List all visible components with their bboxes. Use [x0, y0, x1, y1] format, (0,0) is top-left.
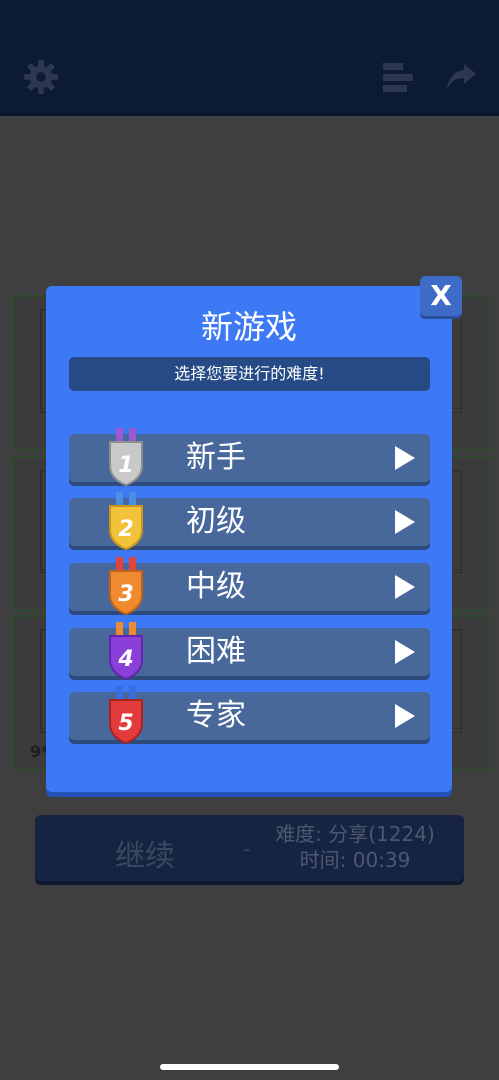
difficulty-option-expert[interactable]: 5 专家: [69, 686, 430, 744]
continue-time: 时间: 00:39: [299, 848, 411, 872]
home-indicator[interactable]: [160, 1064, 339, 1070]
svg-text:3: 3: [118, 582, 133, 607]
continue-separator: -: [243, 837, 251, 861]
play-icon: [395, 575, 415, 599]
play-icon: [395, 510, 415, 534]
svg-text:5: 5: [118, 711, 133, 736]
share-icon[interactable]: [444, 60, 478, 94]
option-label: 初级: [186, 504, 246, 539]
svg-text:2: 2: [118, 517, 133, 542]
option-label: 中级: [186, 569, 246, 604]
difficulty-option-beginner[interactable]: 1 新手: [69, 428, 430, 486]
medal-3-icon: 3: [109, 557, 143, 615]
dialog-title: 新游戏: [200, 308, 297, 346]
leaderboard-icon[interactable]: [381, 60, 417, 96]
medal-4-icon: 4: [109, 622, 143, 680]
option-label: 新手: [186, 440, 246, 475]
option-label: 专家: [186, 698, 246, 733]
close-button[interactable]: X: [420, 276, 462, 316]
continue-info: 难度: 分享(1224) 时间: 00:39: [265, 821, 445, 873]
continue-button[interactable]: 继续 - 难度: 分享(1224) 时间: 00:39: [35, 815, 464, 881]
medal-2-icon: 2: [109, 492, 143, 550]
option-label: 困难: [186, 634, 246, 669]
difficulty-option-easy[interactable]: 2 初级: [69, 492, 430, 550]
gear-icon[interactable]: [22, 58, 60, 96]
dialog-subtitle: 选择您要进行的难度!: [69, 357, 430, 391]
continue-label: 继续: [115, 839, 175, 874]
continue-difficulty: 难度: 分享(1224): [275, 822, 435, 846]
difficulty-option-medium[interactable]: 3 中级: [69, 557, 430, 615]
top-bar: [0, 0, 499, 116]
medal-5-icon: 5: [109, 686, 143, 744]
svg-text:4: 4: [117, 647, 133, 672]
play-icon: [395, 446, 415, 470]
new-game-dialog: 新游戏 选择您要进行的难度! 1 新手 2 初级 3 中级 4 困难 5 专家: [46, 286, 452, 792]
play-icon: [395, 704, 415, 728]
svg-text:1: 1: [118, 453, 133, 478]
difficulty-option-hard[interactable]: 4 困难: [69, 622, 430, 680]
play-icon: [395, 640, 415, 664]
medal-1-icon: 1: [109, 428, 143, 486]
